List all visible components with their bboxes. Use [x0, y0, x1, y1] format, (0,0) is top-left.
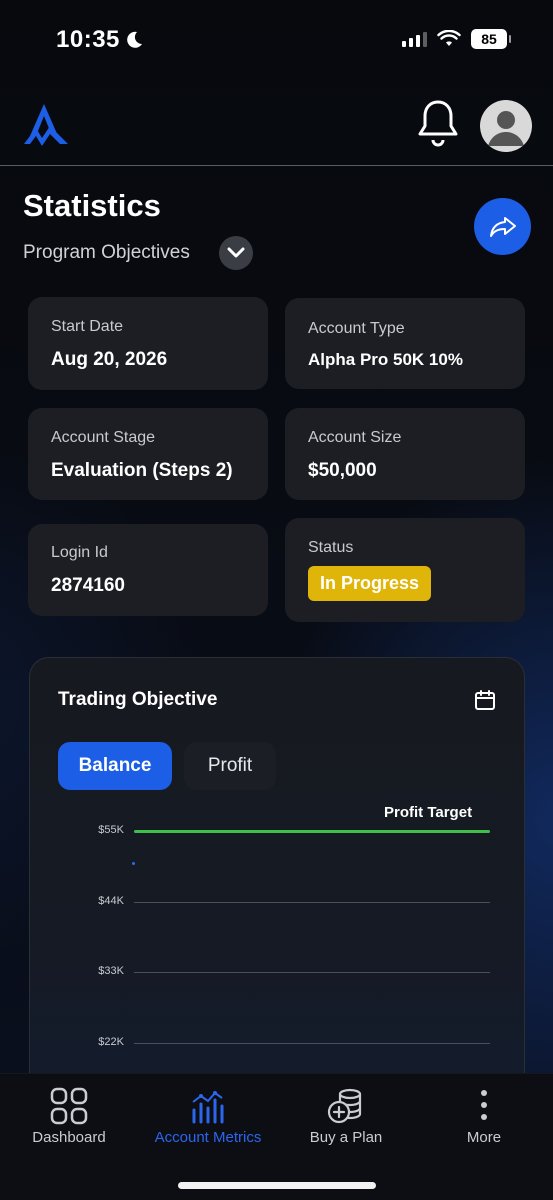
bar-chart-icon	[192, 1091, 224, 1124]
status-badge: In Progress	[308, 566, 432, 601]
wifi-icon	[437, 30, 461, 46]
moon-icon	[127, 31, 142, 48]
header-divider	[0, 165, 553, 166]
more-dots-icon	[481, 1090, 487, 1120]
program-objectives-label: Program Objectives	[23, 242, 190, 263]
profit-target-label: Profit Target	[384, 804, 473, 821]
account-size-label: Account Size	[308, 429, 402, 446]
y-tick-label: $22K	[98, 1035, 124, 1048]
nav-label-more: More	[466, 1129, 502, 1146]
trading-objective-title: Trading Objective	[58, 689, 218, 710]
battery-indicator: 85	[471, 29, 511, 49]
account-type-label: Account Type	[308, 320, 405, 337]
account-stage-value: Evaluation (Steps 2)	[51, 460, 233, 481]
tab-profit[interactable]: Profit	[184, 742, 276, 790]
account-type-card: Account Type Alpha Pro 50K 10%	[285, 298, 525, 389]
user-icon	[488, 111, 524, 146]
status-time-text: 10:35	[56, 26, 120, 53]
gridline	[134, 972, 490, 973]
dashboard-grid-icon	[50, 1087, 88, 1125]
nav-item-buy-a-plan[interactable]: Buy a Plan	[281, 1086, 411, 1146]
nav-label-account-metrics: Account Metrics	[154, 1129, 262, 1146]
brand-logo[interactable]	[22, 98, 72, 150]
start-date-card: Start Date Aug 20, 2026	[28, 297, 268, 390]
coins-icon	[327, 1088, 362, 1124]
page-title: Statistics	[23, 188, 161, 223]
gridline	[134, 1042, 490, 1044]
program-objectives-toggle[interactable]	[219, 236, 253, 270]
account-stage-label: Account Stage	[51, 429, 156, 446]
account-type-value: Alpha Pro 50K 10%	[308, 350, 463, 369]
login-id-label: Login Id	[51, 544, 108, 561]
y-tick-label: $44K	[98, 894, 124, 907]
status-time: 10:35	[56, 26, 144, 54]
profit-target-line	[134, 830, 490, 833]
user-avatar[interactable]	[480, 100, 532, 152]
y-tick-label: $33K	[98, 965, 124, 977]
bottom-nav: Dashboard Account Metrics Buy a Plan Mor…	[0, 1073, 553, 1200]
status-indicators: 85	[402, 29, 511, 49]
account-size-card: Account Size $50,000	[285, 408, 525, 500]
tab-balance[interactable]: Balance	[58, 742, 172, 790]
gridline	[134, 901, 490, 903]
trading-objective-panel: Trading Objective Balance Profit $55K $44…	[29, 657, 525, 1127]
account-size-value: $50,000	[308, 460, 377, 481]
home-indicator[interactable]	[178, 1182, 376, 1189]
account-stage-card: Account Stage Evaluation (Steps 2)	[28, 408, 268, 500]
nav-label-buy-a-plan: Buy a Plan	[309, 1129, 383, 1146]
nav-item-more[interactable]: More	[419, 1086, 549, 1146]
nav-item-account-metrics[interactable]: Account Metrics	[143, 1086, 273, 1146]
chevron-down-icon	[227, 247, 245, 258]
start-date-label: Start Date	[51, 318, 124, 335]
login-id-card: Login Id 2874160	[28, 524, 268, 616]
balance-point	[132, 862, 135, 866]
y-tick-label: $55K	[98, 824, 124, 836]
nav-label-dashboard: Dashboard	[32, 1129, 106, 1146]
share-arrow-icon	[489, 216, 516, 237]
status-card: Status In Progress	[285, 518, 525, 622]
bell-icon[interactable]	[415, 98, 461, 150]
share-button[interactable]	[474, 198, 531, 255]
start-date-value: Aug 20, 2026	[51, 349, 168, 370]
nav-item-dashboard[interactable]: Dashboard	[4, 1086, 134, 1146]
cell-signal-icon	[402, 31, 427, 47]
status-label: Status	[308, 539, 354, 556]
calendar-icon[interactable]	[474, 689, 496, 711]
login-id-value: 2874160	[51, 575, 125, 596]
